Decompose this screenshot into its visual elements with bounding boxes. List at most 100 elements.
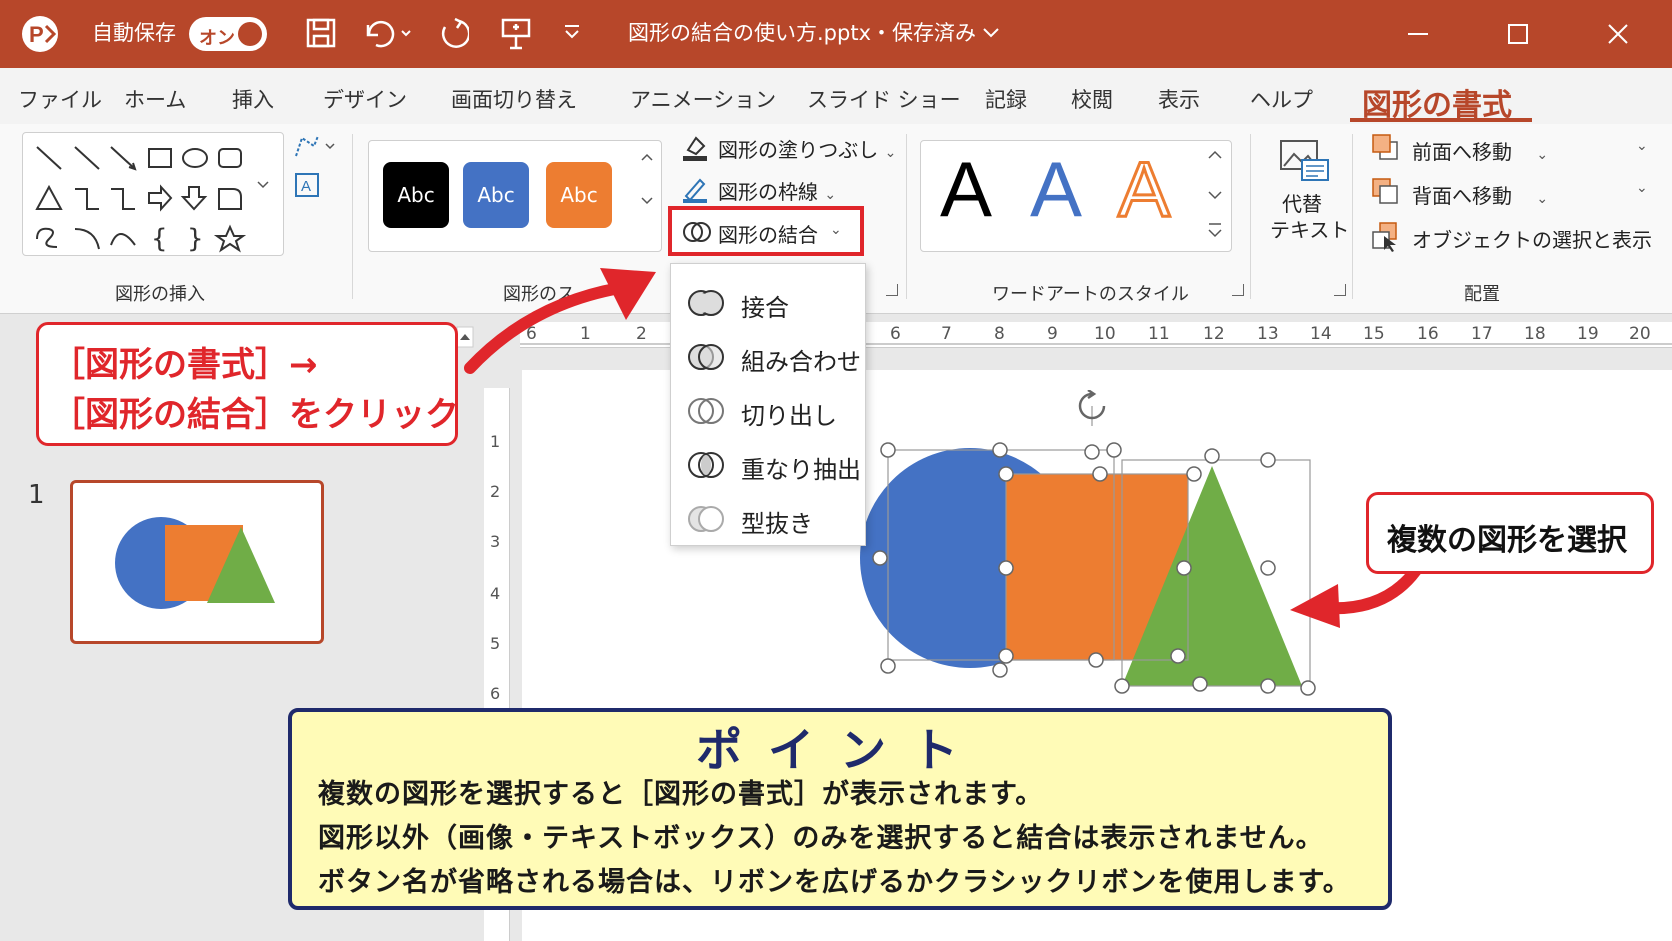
ruler-tick: 14 — [1310, 324, 1332, 344]
shape-style-label: Abc — [477, 183, 515, 207]
menu-item-intersect[interactable]: 重なり抽出 — [671, 438, 867, 490]
ruler-tick: 5 — [490, 634, 501, 653]
ruler-tick: 4 — [490, 584, 501, 603]
menu-item-label: 組み合わせ — [741, 348, 861, 376]
group-separator — [1352, 134, 1353, 299]
tab-view[interactable]: 表示 — [1158, 84, 1200, 114]
tab-animations[interactable]: アニメーション — [630, 84, 776, 114]
autosave-label: 自動保存 — [92, 21, 176, 45]
selected-shapes[interactable] — [860, 390, 1320, 700]
shape-style-orange[interactable]: Abc — [546, 162, 612, 228]
styles-scroll-icons[interactable] — [638, 148, 656, 244]
chevron-down-icon[interactable]: ⌄ — [1636, 138, 1648, 154]
maximize-icon[interactable] — [1506, 22, 1530, 46]
ruler-tick: 6 — [890, 324, 901, 344]
shape-fill-icon — [683, 136, 707, 161]
select-shapes-callout: 複数の図形を選択 — [1366, 492, 1654, 574]
menu-item-label: 型抜き — [741, 510, 813, 538]
shape-style-black[interactable]: Abc — [383, 162, 449, 228]
slide-number: 1 — [28, 480, 45, 510]
merge-shapes-button[interactable]: 図形の結合 ⌄ — [668, 206, 864, 256]
group-separator — [906, 134, 907, 299]
shape-fill-label: 図形の塗りつぶし — [718, 138, 879, 162]
ribbon-tabs: ファイル ホーム 挿入 デザイン 画面切り替え アニメーション スライド ショー… — [0, 68, 1672, 124]
tab-review[interactable]: 校閲 — [1071, 84, 1113, 114]
tab-help[interactable]: ヘルプ — [1250, 84, 1313, 114]
menu-item-combine[interactable]: 組み合わせ — [671, 330, 867, 382]
ruler-tick: 2 — [490, 482, 501, 501]
ruler-tick: 9 — [1047, 324, 1058, 344]
ruler-tick: 13 — [1257, 324, 1279, 344]
bring-forward-button[interactable]: 前面へ移動 ⌄ — [1412, 136, 1548, 165]
ruler-tick: 18 — [1524, 324, 1546, 344]
instruction-callout: ［図形の書式］→ ［図形の結合］をクリック — [36, 322, 459, 446]
union-icon — [688, 290, 724, 316]
svg-text:P: P — [29, 22, 44, 47]
menu-item-label: 重なり抽出 — [741, 456, 861, 484]
dialog-launcher-icon[interactable] — [1334, 284, 1346, 296]
chevron-down-icon[interactable]: ⌄ — [1636, 180, 1648, 196]
send-backward-button[interactable]: 背面へ移動 ⌄ — [1412, 180, 1548, 209]
shape-fill-button[interactable]: 図形の塗りつぶし ⌄ — [718, 134, 896, 163]
wordart-scroll-icons[interactable] — [1202, 146, 1228, 250]
shape-outline-label: 図形の枠線 — [718, 180, 818, 204]
file-title[interactable]: 図形の結合の使い方.pptx・保存済み — [628, 23, 976, 44]
shapes-gallery[interactable]: { } — [22, 132, 284, 256]
wordart-style-orange-outline[interactable]: A — [1116, 149, 1171, 230]
svg-text:{: { — [151, 224, 168, 254]
shape-outline-icon — [683, 178, 707, 203]
ruler-tick: 11 — [1148, 324, 1170, 344]
alt-text-button[interactable]: 代替 テキスト — [1262, 138, 1349, 248]
autosave-state: オン — [199, 28, 235, 49]
fragment-icon — [688, 398, 724, 424]
tab-insert[interactable]: 挿入 — [232, 84, 274, 114]
customize-icon[interactable] — [562, 22, 582, 42]
bring-forward-icon — [1372, 134, 1398, 160]
gallery-more-icon[interactable] — [256, 180, 270, 190]
chevron-down-icon[interactable] — [982, 26, 1000, 40]
alt-text-label-line2: テキスト — [1270, 218, 1350, 242]
group-separator — [1250, 134, 1251, 299]
ruler-tick: 19 — [1577, 324, 1599, 344]
slide-thumbnail[interactable] — [70, 480, 324, 644]
menu-item-subtract[interactable]: 型抜き — [671, 492, 867, 544]
selection-pane-button[interactable]: オブジェクトの選択と表示 — [1412, 224, 1652, 253]
menu-item-label: 接合 — [741, 294, 789, 322]
close-icon[interactable] — [1606, 22, 1630, 46]
intersect-icon — [688, 452, 724, 478]
ruler-tick: 20 — [1629, 324, 1651, 344]
wordart-style-blue[interactable]: A — [1030, 150, 1082, 228]
tab-file[interactable]: ファイル — [18, 84, 102, 114]
tab-record[interactable]: 記録 — [985, 84, 1027, 114]
dialog-launcher-icon[interactable] — [886, 284, 898, 296]
group-label-insert-shapes: 図形の挿入 — [115, 284, 205, 305]
thumbnail-shapes — [115, 517, 275, 609]
save-icon[interactable] — [305, 17, 337, 49]
tab-home[interactable]: ホーム — [124, 84, 186, 114]
autosave-toggle[interactable]: オン — [189, 17, 267, 51]
point-box: ポイント 複数の図形を選択すると［図形の書式］が表示されます。 図形以外（画像・… — [288, 708, 1392, 910]
group-label-arrange: 配置 — [1464, 284, 1500, 305]
select-shapes-text: 複数の図形を選択 — [1387, 523, 1627, 558]
shape-outline-button[interactable]: 図形の枠線 ⌄ — [718, 176, 836, 205]
tab-transitions[interactable]: 画面切り替え — [451, 84, 577, 114]
edit-shape-icon[interactable] — [292, 132, 342, 162]
minimize-icon[interactable] — [1406, 24, 1430, 44]
redo-icon[interactable] — [437, 17, 469, 49]
ruler-tick: 3 — [490, 532, 501, 551]
undo-icon[interactable] — [362, 17, 416, 49]
merge-shapes-menu: 接合 組み合わせ 切り出し 重なり抽出 型抜き — [670, 263, 866, 546]
tab-slideshow[interactable]: スライド ショー — [807, 84, 961, 114]
merge-shapes-icon — [683, 222, 711, 242]
menu-item-union[interactable]: 接合 — [671, 276, 867, 328]
point-title: ポイント — [696, 723, 984, 777]
tab-design[interactable]: デザイン — [323, 84, 407, 114]
dialog-launcher-icon[interactable] — [1232, 284, 1244, 296]
ruler-tick: 1 — [490, 432, 501, 451]
text-box-icon[interactable]: A — [292, 170, 322, 200]
active-tab-indicator — [1350, 118, 1532, 122]
present-icon[interactable] — [500, 16, 532, 50]
shape-style-blue[interactable]: Abc — [463, 162, 529, 228]
wordart-style-black[interactable]: A — [940, 150, 992, 228]
menu-item-fragment[interactable]: 切り出し — [671, 384, 867, 436]
